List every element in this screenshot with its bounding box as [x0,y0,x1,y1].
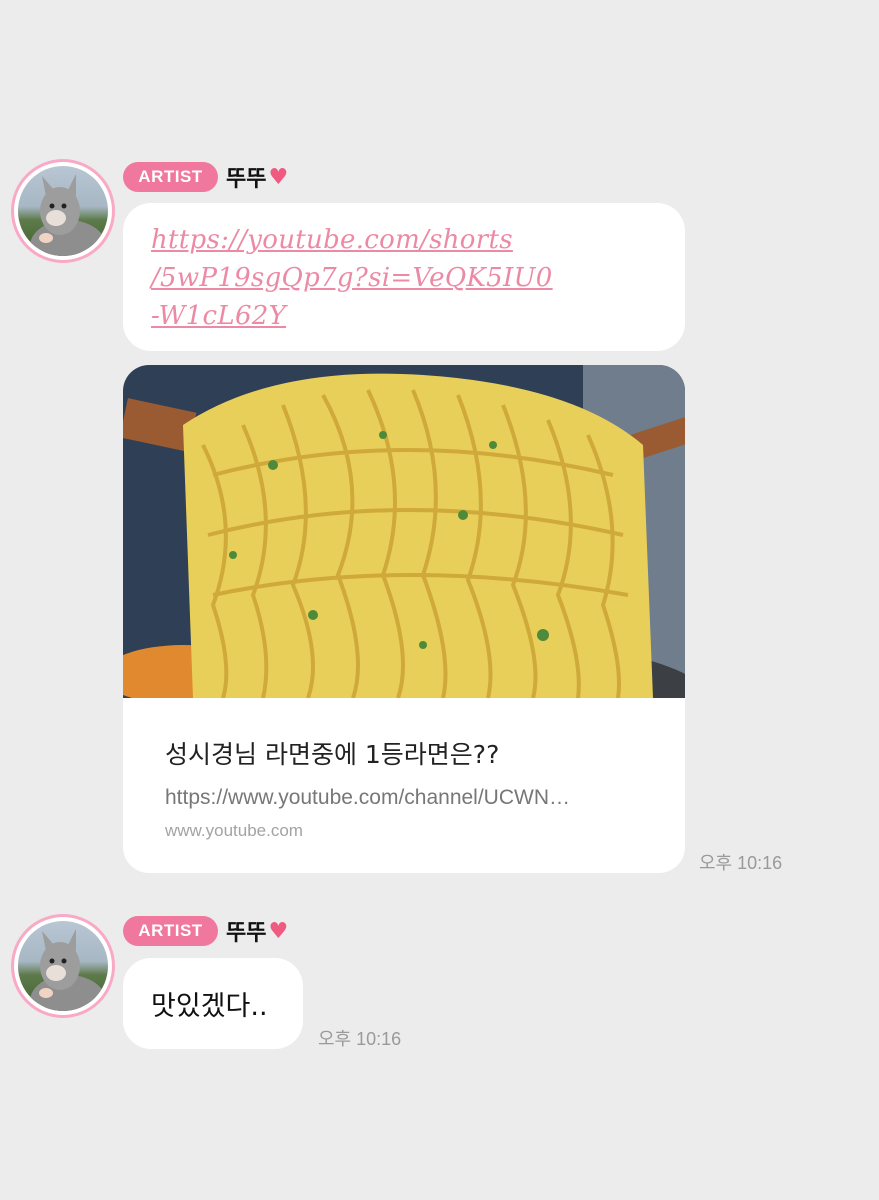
link-message-bubble[interactable]: https://youtube.com/shorts /5wP19sgQp7g?… [123,203,685,351]
wolf-character-icon [30,929,106,1011]
sender-avatar[interactable] [11,159,115,263]
preview-url: https://www.youtube.com/channel/UCWN… [165,786,570,809]
text-message-bubble[interactable]: 맛있겠다.. [123,958,303,1049]
wolf-character-icon [30,174,106,256]
preview-title: 성시경님 라면중에 1등라면은?? [165,740,500,769]
message-timestamp: 오후 10:16 [699,853,783,873]
link-url-line-2[interactable]: /5wP19sgQp7g?si=VeQK5IU0 [151,259,657,297]
sender-name-text: 뚜뚜 [226,167,267,192]
link-url-line-1[interactable]: https://youtube.com/shorts [151,221,657,259]
sender-name-text: 뚜뚜 [226,921,267,946]
heart-icon: ♥ [268,164,289,190]
heart-icon: ♥ [268,918,289,944]
link-preview-card[interactable]: 성시경님 라면중에 1등라면은?? https://www.youtube.co… [123,365,685,873]
sender-name[interactable]: 뚜뚜 ♥ [226,916,289,947]
link-url-line-3[interactable]: -W1cL62Y [151,297,657,335]
avatar-image [18,166,108,256]
artist-badge: ARTIST [123,916,218,946]
avatar-frame [14,917,112,1015]
avatar-frame [14,162,112,260]
message-timestamp: 오후 10:16 [318,1029,402,1049]
artist-badge: ARTIST [123,162,218,192]
avatar-image [18,921,108,1011]
sender-name[interactable]: 뚜뚜 ♥ [226,162,289,193]
sender-avatar[interactable] [11,914,115,1018]
preview-domain: www.youtube.com [165,821,303,840]
noodle-thumbnail-image [123,365,685,698]
message-text: 맛있겠다.. [151,991,268,1022]
